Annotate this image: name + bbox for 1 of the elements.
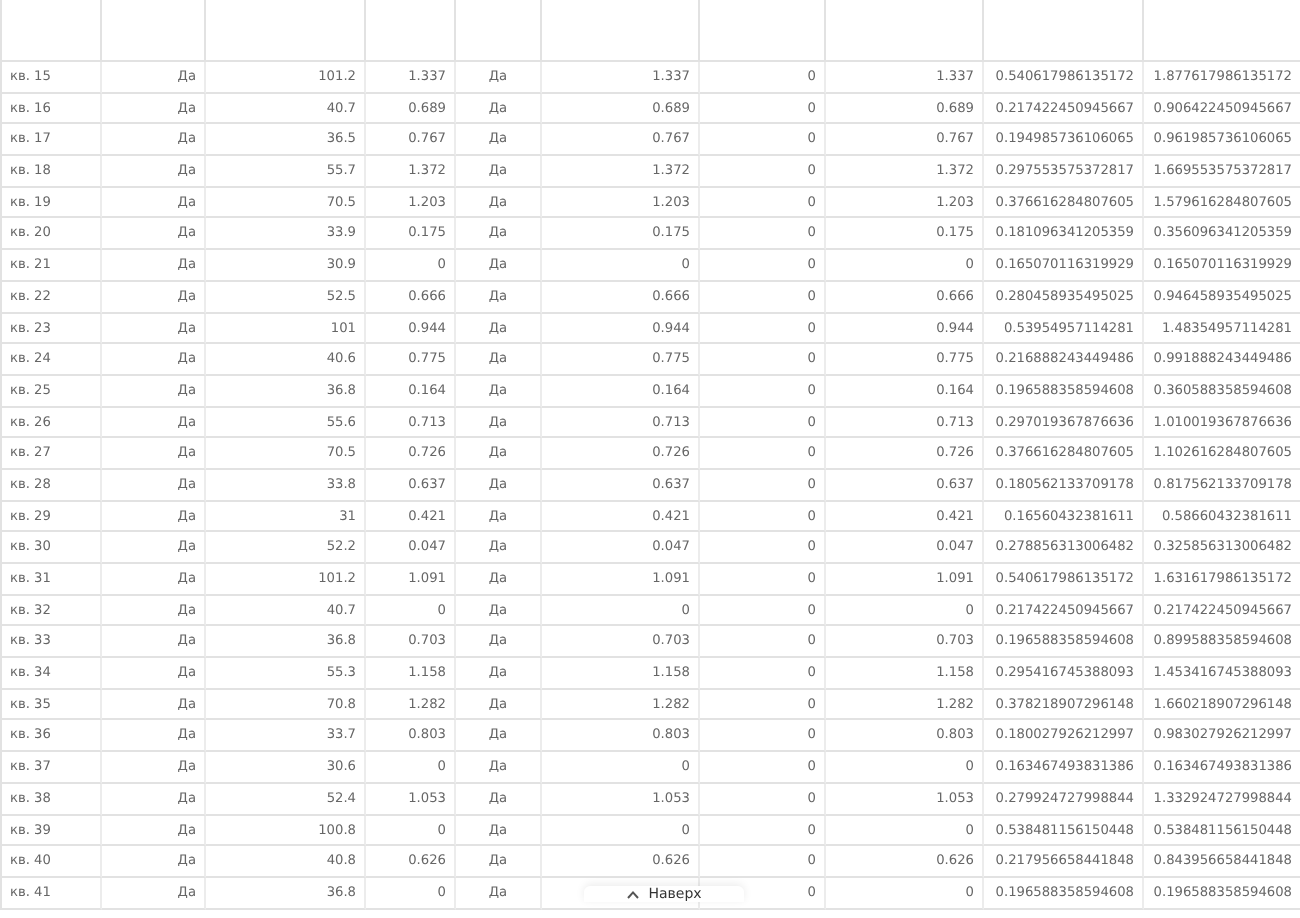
chevron-up-icon (626, 889, 641, 899)
